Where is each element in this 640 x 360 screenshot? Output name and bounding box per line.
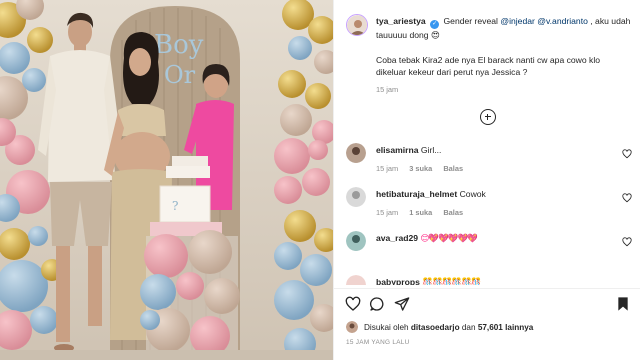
mention-link[interactable]: @injedar <box>500 16 535 26</box>
verified-icon: ✓ <box>430 20 440 29</box>
heart-icon[interactable] <box>622 149 632 159</box>
likes-prefix: Disukai oleh <box>364 322 409 332</box>
likes-count[interactable]: 57,601 lainnya <box>478 323 534 332</box>
caption-header: tya_ariestya ✓ Gender reveal @injedar @v… <box>376 15 632 41</box>
comment-text: babyprops 🎊🎊🎊🎊🎊🎊 <box>376 277 482 285</box>
photo-sign-boy: Boy <box>154 30 204 60</box>
commenter-avatar[interactable] <box>346 231 366 251</box>
comment-text: ava_rad29 😊💖💖💖💖💖 <box>376 233 478 244</box>
comment-item: hetibaturaja_helmet Cowok 15 jam 1 suka … <box>334 181 640 221</box>
comment-icon[interactable] <box>369 296 385 312</box>
commenter-username[interactable]: babyprops <box>376 277 420 285</box>
reply-button[interactable]: Balas <box>443 164 463 173</box>
caption-emoji: 😍 <box>430 30 440 40</box>
mention-link[interactable]: @v.andrianto <box>537 16 588 26</box>
comment-time: 15 jam <box>376 164 399 173</box>
photo-illustration: Boy Or ? <box>0 0 333 360</box>
heart-icon[interactable] <box>345 296 361 312</box>
caption-body: Coba tebak Kira2 ade nya El barack nanti… <box>376 55 601 77</box>
comment-item: elisamirna Girl... 15 jam 3 suka Balas <box>334 137 640 177</box>
author-username[interactable]: tya_ariestya <box>376 16 426 26</box>
comment-body: Cowok <box>459 189 486 199</box>
liker-username[interactable]: ditasoedarjo <box>411 323 460 332</box>
add-comment-icon[interactable] <box>480 109 496 125</box>
heart-icon[interactable] <box>622 237 632 247</box>
comment-item: babyprops 🎊🎊🎊🎊🎊🎊 <box>334 269 640 285</box>
comment-list[interactable]: elisamirna Girl... 15 jam 3 suka Balas h… <box>334 137 640 285</box>
caption-time[interactable]: 15 jam <box>376 85 398 94</box>
comment-text: elisamirna Girl... <box>376 145 441 155</box>
reply-button[interactable]: Balas <box>443 208 463 217</box>
commenter-username[interactable]: elisamirna <box>376 145 419 155</box>
comment-body: 😊💖💖💖💖💖 <box>420 233 477 243</box>
comment-likes[interactable]: 3 suka <box>409 164 432 173</box>
action-bar <box>334 288 640 316</box>
commenter-username[interactable]: ava_rad29 <box>376 233 418 243</box>
heart-icon[interactable] <box>622 193 632 203</box>
likes-conj: dan <box>461 322 476 332</box>
photo-sign-or: Or <box>164 61 196 89</box>
commenter-avatar[interactable] <box>346 275 366 285</box>
caption-prefix: Gender reveal <box>443 16 498 26</box>
likes-summary: Disukai oleh ditasoedarjo dan 57,601 lai… <box>346 320 636 334</box>
caption: tya_ariestya ✓ Gender reveal @injedar @v… <box>334 0 640 130</box>
share-icon[interactable] <box>394 296 410 312</box>
comment-body: Girl... <box>420 145 442 155</box>
post-timestamp[interactable]: 15 JAM YANG LALU <box>346 339 410 346</box>
post-photo[interactable]: Boy Or ? <box>0 0 333 360</box>
post-detail-panel: tya_ariestya ✓ Gender reveal @injedar @v… <box>333 0 640 360</box>
comment-likes[interactable]: 1 suka <box>409 208 432 217</box>
commenter-avatar[interactable] <box>346 143 366 163</box>
liker-avatar[interactable] <box>346 321 358 333</box>
cake-question-mark: ? <box>172 199 178 213</box>
comment-item: ava_rad29 😊💖💖💖💖💖 <box>334 225 640 265</box>
comment-meta: 15 jam 1 suka Balas <box>376 208 472 217</box>
comment-time: 15 jam <box>376 208 399 217</box>
comment-text: hetibaturaja_helmet Cowok <box>376 189 486 199</box>
bookmark-icon[interactable] <box>615 296 631 312</box>
author-avatar[interactable] <box>346 14 368 36</box>
comment-body: 🎊🎊🎊🎊🎊🎊 <box>422 277 481 285</box>
commenter-avatar[interactable] <box>346 187 366 207</box>
commenter-username[interactable]: hetibaturaja_helmet <box>376 189 457 199</box>
comment-meta: 15 jam 3 suka Balas <box>376 164 472 173</box>
